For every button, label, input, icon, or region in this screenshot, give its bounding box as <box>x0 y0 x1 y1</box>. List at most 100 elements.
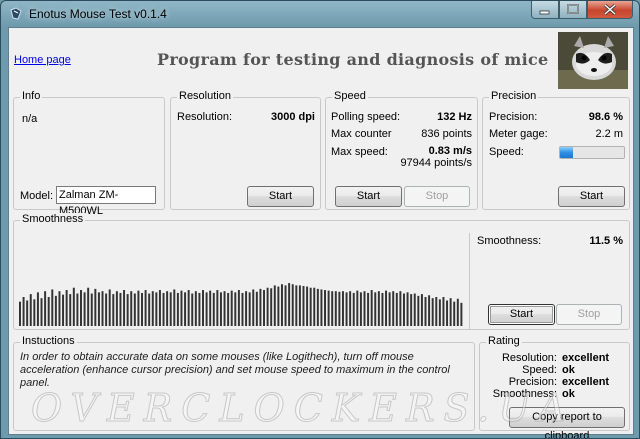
smoothness-bar <box>108 289 111 326</box>
smoothness-bar <box>410 294 413 326</box>
smoothness-bar <box>420 294 423 326</box>
rating-row-speed: Speed: ok <box>480 364 631 376</box>
smoothness-bar <box>442 297 445 326</box>
smoothness-bar <box>291 284 294 326</box>
polling-speed-value: 132 Hz <box>437 111 472 123</box>
smoothness-bar <box>345 292 348 326</box>
raccoon-logo-icon <box>558 32 628 89</box>
app-window: Enotus Mouse Test v0.1.4 Home page Progr… <box>0 0 640 439</box>
window-controls <box>531 1 633 19</box>
speed-start-button[interactable]: Start <box>335 186 402 207</box>
smoothness-bar <box>155 292 158 326</box>
smoothness-bar <box>180 290 183 326</box>
smoothness-bar <box>19 301 21 326</box>
smoothness-bar <box>255 291 258 326</box>
smoothness-bar <box>44 291 47 326</box>
minimize-button[interactable] <box>531 1 559 19</box>
smoothness-bar <box>22 297 25 326</box>
smoothness-bar <box>359 292 362 326</box>
smoothness-bar <box>266 287 269 326</box>
precision-legend: Precision <box>489 90 539 102</box>
smoothness-start-button[interactable]: Start <box>488 304 555 325</box>
smoothness-bar <box>144 290 147 326</box>
smoothness-bar <box>252 289 255 326</box>
smoothness-bar <box>187 290 190 326</box>
rating-value: excellent <box>562 352 610 364</box>
smoothness-bar <box>65 290 68 326</box>
precision-start-button[interactable]: Start <box>558 186 625 207</box>
smoothness-bar <box>62 294 65 326</box>
smoothness-bar <box>334 291 337 326</box>
smoothness-bar <box>26 300 29 326</box>
smoothness-bar <box>29 294 32 326</box>
speed-progress-fill <box>560 147 573 158</box>
smoothness-bar <box>367 292 370 326</box>
smoothness-bar <box>438 299 441 326</box>
smoothness-bar <box>141 292 143 326</box>
max-speed-value: 0.83 m/s <box>428 145 472 157</box>
smoothness-stop-button[interactable]: Stop <box>556 304 622 325</box>
maximize-button[interactable] <box>559 1 587 19</box>
max-speed-label: Max speed: <box>331 146 388 158</box>
smoothness-bar <box>119 292 122 326</box>
title-bar[interactable]: Enotus Mouse Test v0.1.4 <box>1 1 639 27</box>
smoothness-bar <box>413 293 416 326</box>
smoothness-bar <box>453 301 456 326</box>
close-button[interactable] <box>587 1 633 19</box>
smoothness-bar <box>58 291 61 326</box>
smoothness-bar <box>248 292 251 326</box>
smoothness-bar <box>399 291 402 326</box>
smoothness-bar <box>101 291 104 326</box>
model-field[interactable]: Zalman ZM-M500WL <box>56 186 156 217</box>
smoothness-bar <box>446 300 449 326</box>
meter-gage-value: 2.2 m <box>595 128 623 140</box>
speed-stop-button[interactable]: Stop <box>404 186 470 207</box>
precision-label: Precision: <box>489 111 538 123</box>
meter-gage-label: Meter gage: <box>489 128 548 140</box>
resolution-label: Resolution: <box>177 111 233 123</box>
max-counter-label: Max counter <box>331 128 392 140</box>
rating-row-smoothness: Smoothness: ok <box>480 388 631 400</box>
smoothness-bar <box>309 287 312 326</box>
smoothness-bar <box>212 292 215 326</box>
smoothness-bar <box>327 290 330 326</box>
rating-value: excellent <box>562 376 610 388</box>
rating-label: Resolution: <box>501 352 557 364</box>
smoothness-bar <box>406 292 409 326</box>
polling-speed-label: Polling speed: <box>331 111 401 123</box>
instructions-group: Instuctions In order to obtain accurate … <box>13 335 475 431</box>
home-page-link[interactable]: Home page <box>14 54 71 66</box>
smoothness-bar <box>377 291 380 326</box>
instructions-text: In order to obtain accurate data on some… <box>20 351 450 389</box>
smoothness-bar <box>388 292 391 326</box>
smoothness-bar <box>115 291 118 326</box>
speed-legend: Speed <box>332 90 368 102</box>
smoothness-bar <box>298 285 301 326</box>
smoothness-chart <box>19 283 463 326</box>
smoothness-bar <box>223 291 226 326</box>
smoothness-bar <box>69 294 72 326</box>
smoothness-bar <box>97 292 100 326</box>
smoothness-bar <box>245 291 248 326</box>
smoothness-bar <box>47 297 50 326</box>
smoothness-bar <box>191 293 194 326</box>
smoothness-bar <box>51 289 54 326</box>
smoothness-bar <box>395 292 398 326</box>
smoothness-bar <box>385 290 388 326</box>
info-group: Info n/a Model: Zalman ZM-M500WL <box>13 90 165 217</box>
smoothness-bar <box>151 291 154 326</box>
smoothness-bar <box>435 297 438 326</box>
resolution-start-button[interactable]: Start <box>247 186 314 207</box>
smoothness-bar <box>306 286 309 326</box>
smoothness-bar <box>381 292 384 326</box>
smoothness-bar <box>370 290 373 326</box>
resolution-value: 3000 dpi <box>270 111 315 123</box>
copy-report-button[interactable]: Copy report to clipboard <box>509 407 625 438</box>
smoothness-bar <box>202 290 204 326</box>
smoothness-bar <box>216 290 219 326</box>
smoothness-value: 11.5 % <box>589 235 623 247</box>
smoothness-bar <box>126 294 129 326</box>
smoothness-bar <box>166 291 169 326</box>
smoothness-bar <box>194 291 197 326</box>
rating-label: Precision: <box>508 376 557 388</box>
